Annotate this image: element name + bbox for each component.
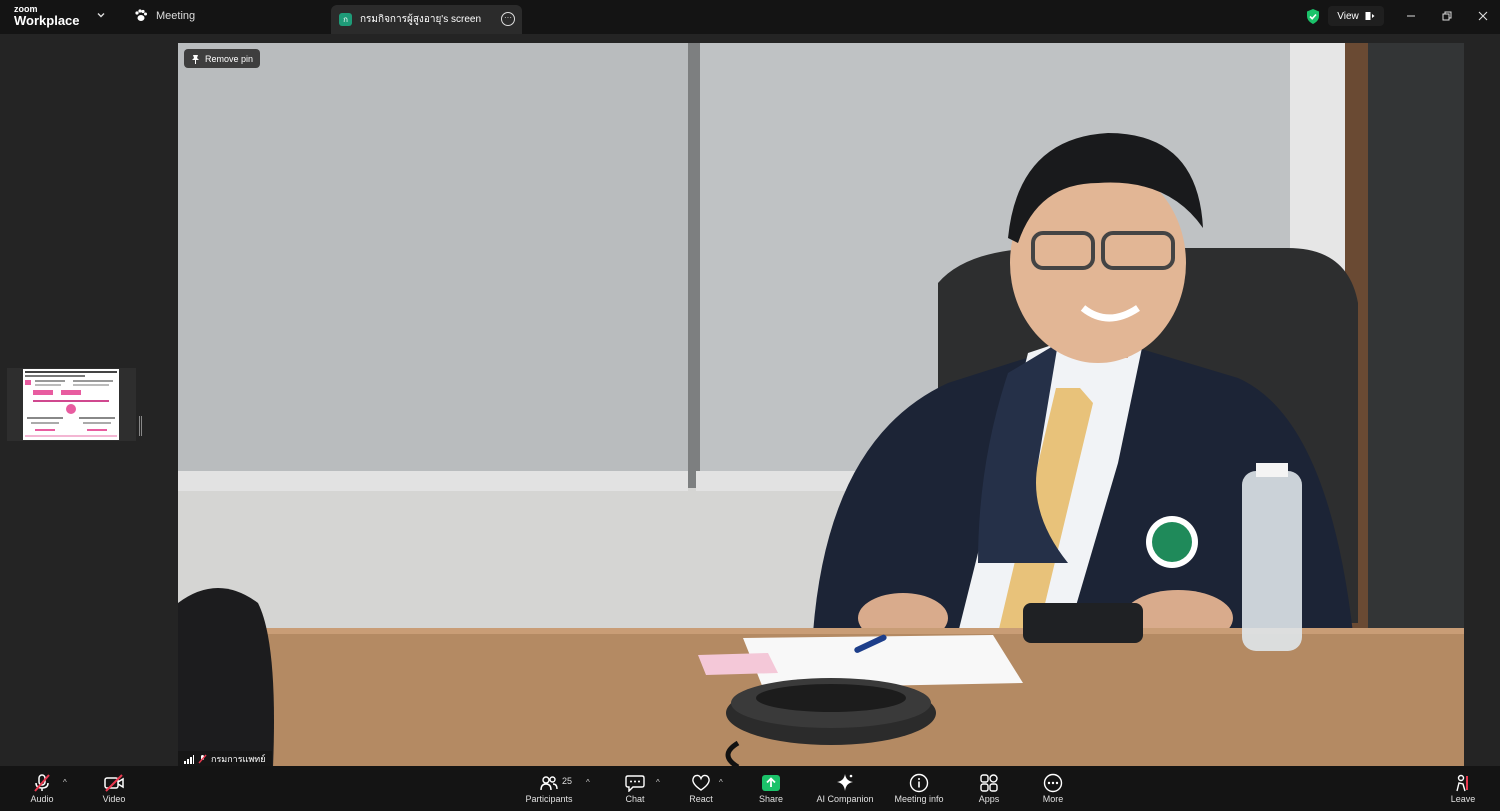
- view-label: View: [1337, 10, 1359, 22]
- react-label: React: [689, 794, 713, 804]
- participant-name-tag: กรมการแพทย์: [178, 751, 272, 767]
- screen-tab-label: กรมกิจการผู้สูงอายุ's screen: [360, 14, 482, 25]
- more-label: More: [1042, 794, 1064, 804]
- share-screen-icon: [762, 775, 780, 791]
- shield-check-icon[interactable]: [1305, 8, 1321, 25]
- ai-companion-label: AI Companion: [816, 794, 874, 804]
- tab-shared-screen[interactable]: ก กรมกิจการผู้สูงอายุ's screen ···: [331, 5, 522, 34]
- logo-workplace-text: Workplace: [14, 13, 80, 28]
- meeting-tab-label: Meeting: [156, 9, 196, 22]
- mic-muted-icon: [34, 774, 50, 792]
- react-button[interactable]: React: [666, 772, 736, 804]
- zoom-workplace-logo[interactable]: zoom Workplace: [14, 5, 80, 28]
- leave-label: Leave: [1450, 794, 1476, 804]
- video-button[interactable]: Video: [79, 772, 149, 804]
- apps-icon: [980, 774, 998, 792]
- chevron-down-icon[interactable]: [96, 10, 106, 20]
- more-options-icon[interactable]: ···: [501, 12, 515, 26]
- chat-button[interactable]: Chat: [600, 772, 670, 804]
- chat-options-caret[interactable]: ^: [656, 778, 660, 787]
- heart-icon: [692, 774, 710, 791]
- leave-icon: [1456, 774, 1468, 792]
- more-icon: [1043, 773, 1063, 793]
- more-button[interactable]: More: [1018, 772, 1088, 804]
- participants-count: 25: [562, 776, 573, 786]
- shared-screen-thumbnail[interactable]: [7, 368, 136, 441]
- participant-video-feed: [178, 43, 1464, 767]
- view-layout-icon: [1365, 12, 1375, 20]
- info-icon: [909, 773, 929, 793]
- signal-strength-icon: [184, 754, 194, 764]
- video-label: Video: [102, 794, 126, 804]
- participants-label: Participants: [525, 794, 573, 804]
- remove-pin-button[interactable]: Remove pin: [184, 49, 261, 68]
- participants-icon: [540, 776, 558, 791]
- meeting-info-label: Meeting info: [894, 794, 944, 804]
- panel-resize-handle[interactable]: [139, 416, 142, 436]
- close-icon[interactable]: [1473, 6, 1493, 26]
- react-options-caret[interactable]: ^: [719, 778, 723, 787]
- apps-label: Apps: [978, 794, 1000, 804]
- pin-icon: [192, 54, 199, 64]
- chat-icon: [625, 775, 645, 792]
- ai-sparkle-icon: [837, 774, 853, 791]
- view-button[interactable]: View: [1328, 6, 1384, 26]
- chat-label: Chat: [625, 794, 645, 804]
- tab-meeting[interactable]: Meeting: [134, 9, 195, 22]
- participant-name: กรมการแพทย์: [211, 754, 266, 764]
- pinned-video[interactable]: Remove pin กรมการแพทย์: [178, 43, 1464, 767]
- meeting-toolbar: Audio ^ Video Participants 25 ^ Chat ^ R…: [0, 766, 1500, 811]
- leave-button[interactable]: Leave: [1428, 772, 1498, 804]
- camera-off-icon: [104, 774, 124, 792]
- audio-button[interactable]: Audio: [7, 772, 77, 804]
- paw-icon: [135, 9, 147, 21]
- screen-tab-avatar: ก: [339, 13, 352, 26]
- participants-button[interactable]: Participants: [514, 772, 584, 804]
- ai-companion-button[interactable]: AI Companion: [810, 772, 880, 804]
- shared-screen-preview: [23, 369, 119, 440]
- audio-options-caret[interactable]: ^: [63, 778, 67, 787]
- title-bar: zoom Workplace Meeting ก กรมกิจการผู้สูง…: [0, 0, 1500, 34]
- audio-label: Audio: [30, 794, 54, 804]
- muted-mic-icon: [198, 754, 207, 764]
- share-label: Share: [758, 794, 784, 804]
- restore-icon[interactable]: [1437, 6, 1457, 26]
- meeting-info-button[interactable]: Meeting info: [884, 772, 954, 804]
- share-button[interactable]: Share: [736, 772, 806, 804]
- participants-options-caret[interactable]: ^: [586, 778, 590, 787]
- remove-pin-label: Remove pin: [205, 53, 254, 64]
- apps-button[interactable]: Apps: [954, 772, 1024, 804]
- minimize-icon[interactable]: [1401, 6, 1421, 26]
